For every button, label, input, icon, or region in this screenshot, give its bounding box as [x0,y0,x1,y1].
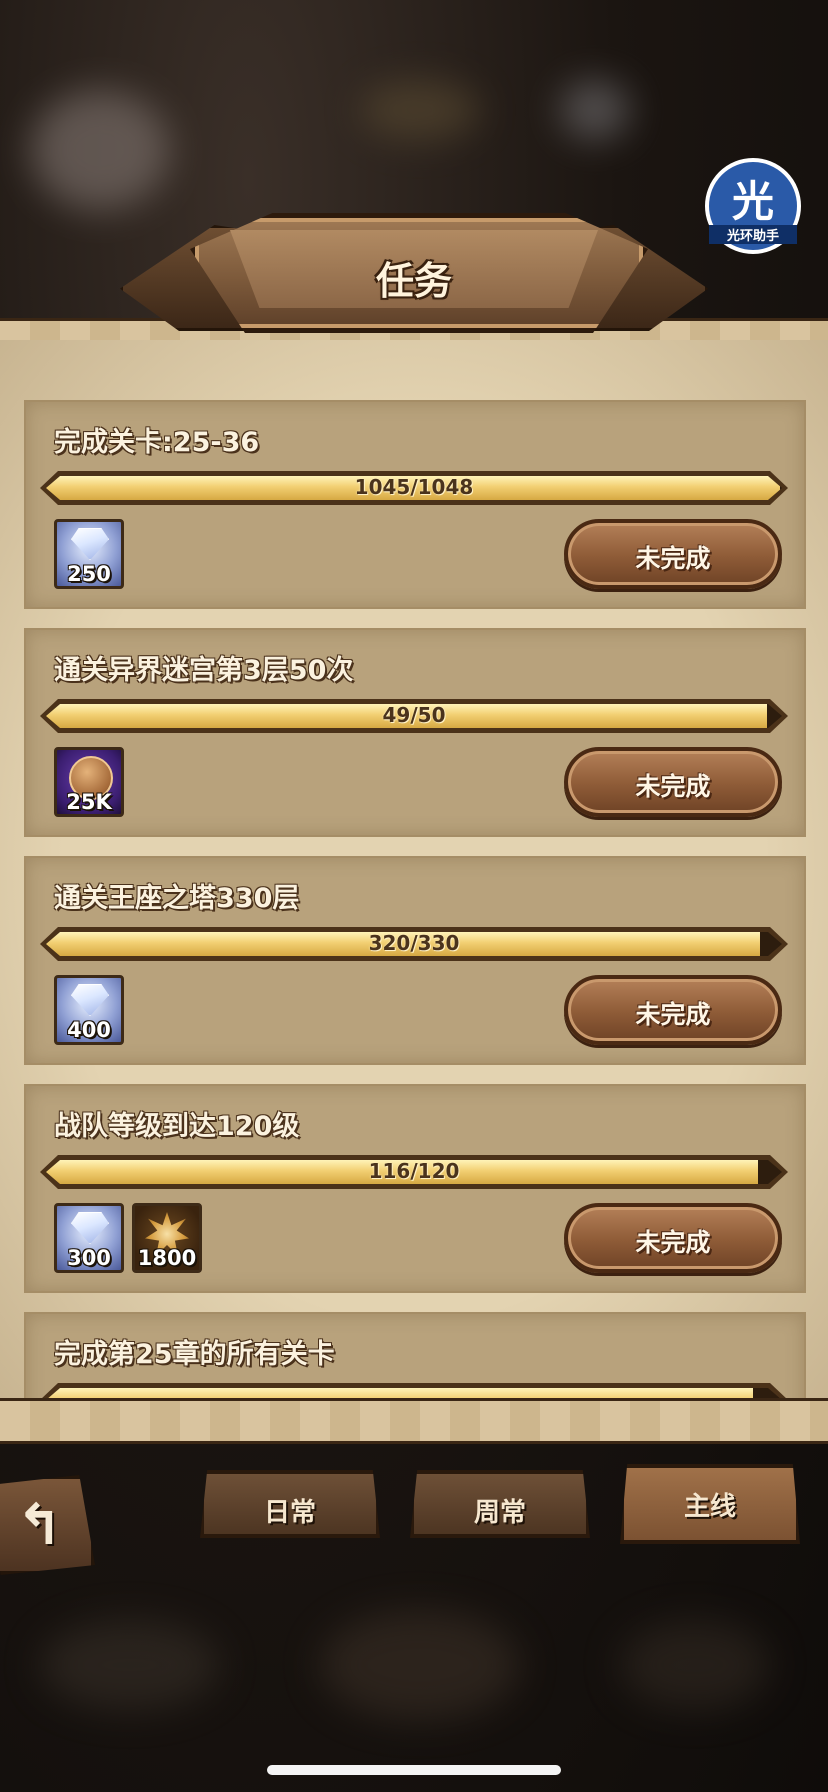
task-card: 完成第25章的所有关卡 [24,1312,806,1400]
incomplete-button[interactable]: 未完成 [564,519,782,589]
reward-list: 250 [54,519,124,589]
task-title: 战队等级到达120级 [54,1111,300,1142]
incomplete-button[interactable]: 未完成 [564,1203,782,1273]
labyrinth-coin-icon[interactable]: 25K [54,747,124,817]
watermark-label: 光环助手 [709,225,797,244]
progress-text: 1045/1048 [354,475,474,499]
incomplete-button[interactable]: 未完成 [564,747,782,817]
hero-emblem-icon[interactable]: 1800 [132,1203,202,1273]
status-label: 未完成 [635,1228,711,1257]
scroll-bottom-edge [0,1398,828,1444]
diamond-icon[interactable]: 300 [54,1203,124,1273]
reward-list: 400 [54,975,124,1045]
watermark-glyph: 光 [731,177,774,226]
task-card: 战队等级到达120级 116/120 300 1800 未完成 [24,1084,806,1293]
title-banner: 任务 [120,205,708,340]
progress-bar: 1045/1048 [40,471,788,505]
progress-bar: 320/330 [40,927,788,961]
task-title: 完成关卡:25-36 [54,427,260,458]
task-card: 通关异界迷宫第3层50次 49/50 25K 未完成 [24,628,806,837]
progress-text: 320/330 [368,931,460,955]
tab-main[interactable]: 主线 [620,1464,800,1544]
tab-daily[interactable]: 日常 [200,1470,380,1538]
task-title: 通关异界迷宫第3层50次 [54,655,354,686]
incomplete-button[interactable]: 未完成 [564,975,782,1045]
reward-count: 25K [66,790,112,814]
tab-label: 主线 [683,1492,736,1522]
diamond-icon[interactable]: 400 [54,975,124,1045]
watermark-badge: 光 光环助手 [705,158,801,254]
reward-count: 300 [67,1246,111,1270]
task-card: 通关王座之塔330层 320/330 400 未完成 [24,856,806,1065]
reward-count: 400 [67,1018,111,1042]
progress-bar: 116/120 [40,1155,788,1189]
tab-label: 日常 [263,1498,316,1528]
home-indicator[interactable] [267,1765,561,1775]
status-label: 未完成 [635,544,711,573]
reward-list: 25K [54,747,124,817]
diamond-icon[interactable]: 250 [54,519,124,589]
tab-bar: 日常 周常 主线 [0,1464,828,1570]
progress-text: 49/50 [382,703,446,727]
progress-text: 116/120 [368,1159,460,1183]
reward-count: 250 [67,562,111,586]
tab-label: 周常 [473,1498,526,1528]
page-title: 任务 [375,259,452,303]
progress-bar: 49/50 [40,699,788,733]
task-panel: 完成关卡:25-36 1045/1048 250 未完成 通关异界迷宫第3层50… [0,340,828,1400]
status-label: 未完成 [635,772,711,801]
reward-count: 1800 [137,1246,197,1270]
status-label: 未完成 [635,1000,711,1029]
task-title: 通关王座之塔330层 [54,883,300,914]
task-card: 完成关卡:25-36 1045/1048 250 未完成 [24,400,806,609]
tab-weekly[interactable]: 周常 [410,1470,590,1538]
reward-list: 300 1800 [54,1203,202,1273]
task-title: 完成第25章的所有关卡 [54,1339,335,1370]
